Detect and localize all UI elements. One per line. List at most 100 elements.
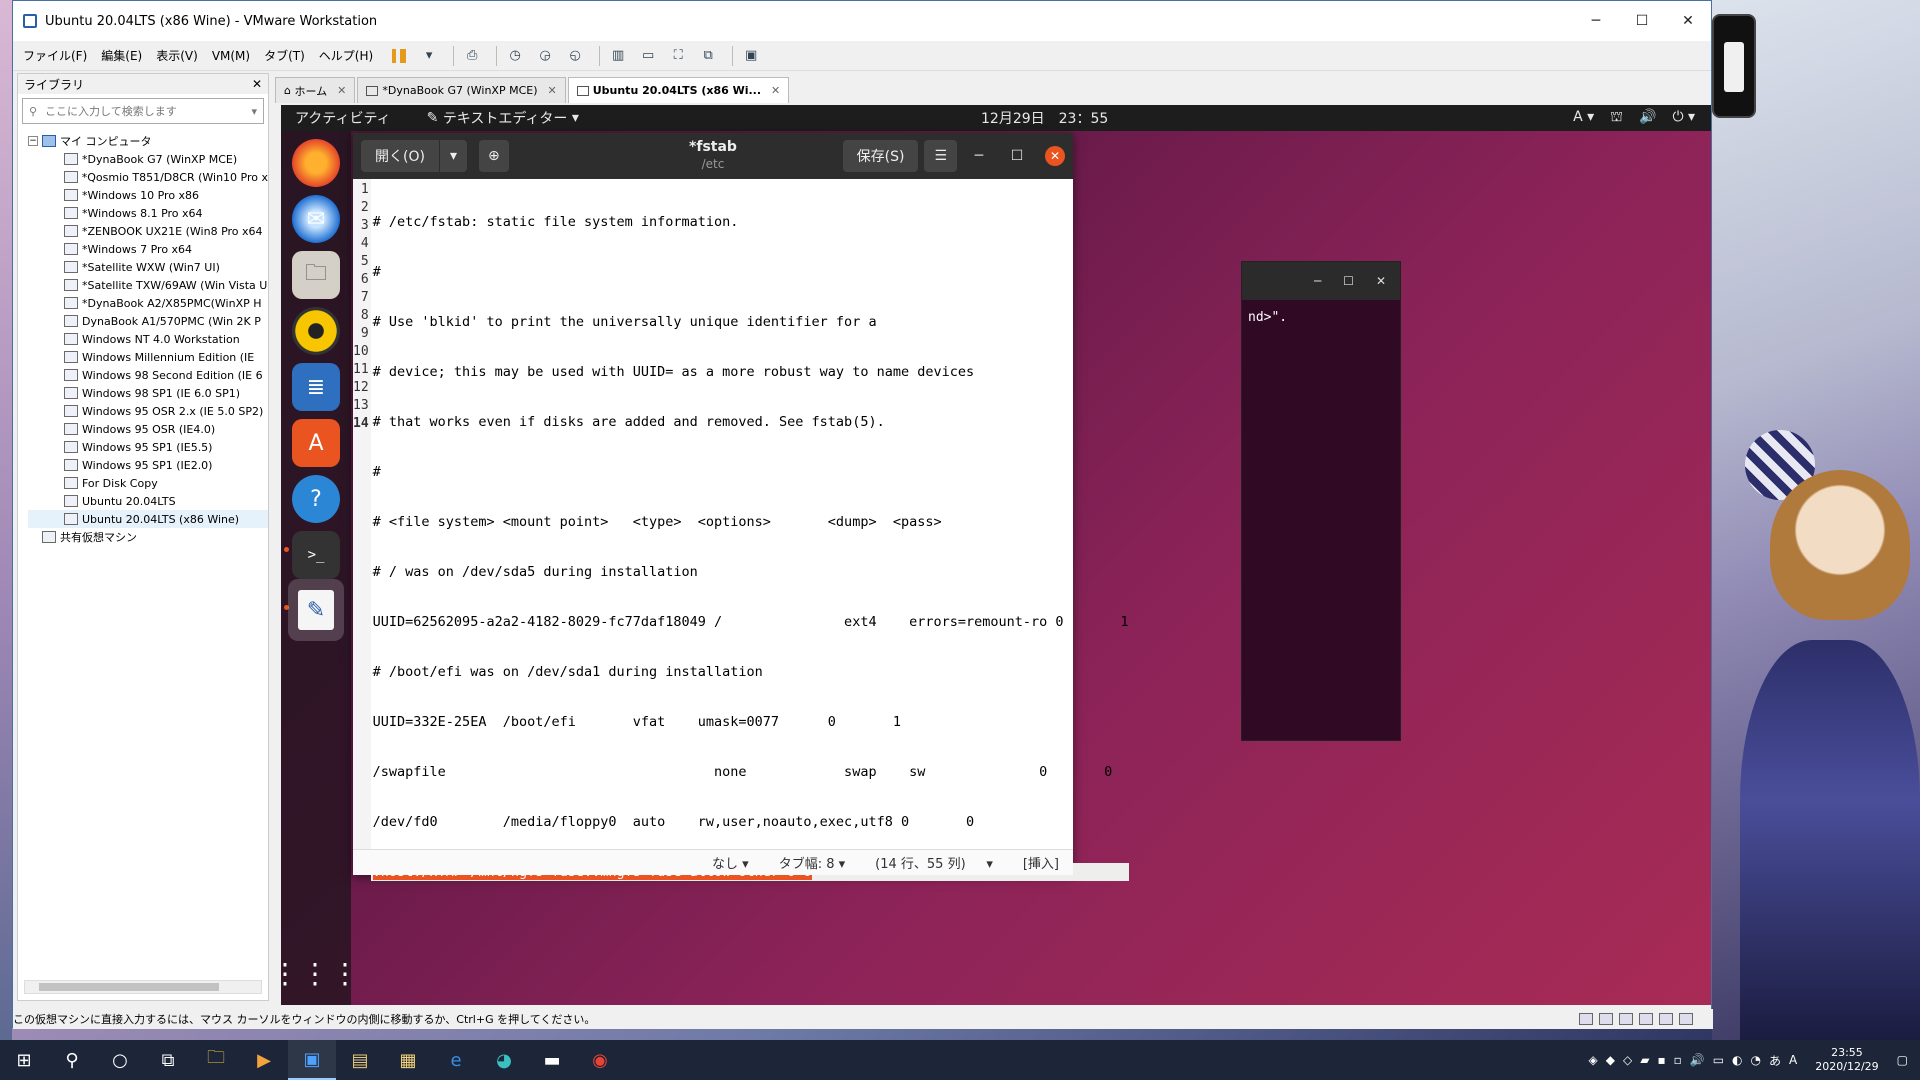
- terminal-icon[interactable]: >_: [292, 531, 340, 579]
- pause-button[interactable]: [387, 45, 411, 67]
- tray-app-icon[interactable]: ▫: [1674, 1053, 1682, 1067]
- menu-tab[interactable]: タブ(T): [264, 47, 305, 64]
- show-library-icon[interactable]: ▥: [606, 45, 630, 67]
- tree-vm-item[interactable]: Windows 95 OSR (IE4.0): [28, 420, 268, 438]
- snapshot-manager-icon[interactable]: ◵: [563, 45, 587, 67]
- tab-dynabook[interactable]: *DynaBook G7 (WinXP MCE) ✕: [357, 77, 566, 103]
- task-view-icon[interactable]: ⧉: [144, 1040, 192, 1080]
- minimize-button[interactable]: ─: [1573, 1, 1619, 41]
- tree-vm-item-selected[interactable]: Ubuntu 20.04LTS (x86 Wine): [28, 510, 268, 528]
- network-adapter-icon[interactable]: [1599, 1013, 1613, 1025]
- language-selector[interactable]: なし ▾: [712, 853, 749, 872]
- sound-icon[interactable]: [1639, 1013, 1653, 1025]
- tree-vm-item[interactable]: Windows 95 SP1 (IE5.5): [28, 438, 268, 456]
- tree-vm-item[interactable]: Windows 95 SP1 (IE2.0): [28, 456, 268, 474]
- tree-vm-item[interactable]: *Windows 8.1 Pro x64: [28, 204, 268, 222]
- tree-vm-item[interactable]: Windows 98 SP1 (IE 6.0 SP1): [28, 384, 268, 402]
- tree-vm-item[interactable]: *Satellite TXW/69AW (Win Vista U: [28, 276, 268, 294]
- tree-vm-item[interactable]: *Satellite WXW (Win7 UI): [28, 258, 268, 276]
- tab-close-icon[interactable]: ✕: [771, 84, 780, 97]
- battery-icon[interactable]: ▭: [1713, 1053, 1724, 1067]
- system-tray[interactable]: A ▾ ⛫ 🔊 ⏻ ▾: [1573, 109, 1695, 127]
- menu-edit[interactable]: 編集(E): [101, 47, 142, 64]
- tab-close-icon[interactable]: ✕: [548, 84, 557, 97]
- edge-icon[interactable]: ◕: [480, 1040, 528, 1080]
- tree-vm-item[interactable]: For Disk Copy: [28, 474, 268, 492]
- terminal-taskbar-icon[interactable]: ▬: [528, 1040, 576, 1080]
- libreoffice-writer-icon[interactable]: ≣: [292, 363, 340, 411]
- minimize-icon[interactable]: ─: [963, 140, 995, 172]
- ime-indicator[interactable]: あ: [1769, 1052, 1781, 1069]
- tree-vm-item[interactable]: *DynaBook A2/X85PMC(WinXP H: [28, 294, 268, 312]
- library-close-icon[interactable]: ✕: [252, 77, 262, 91]
- start-icon[interactable]: ⊞: [0, 1040, 48, 1080]
- tab-width-selector[interactable]: タブ幅: 8 ▾: [779, 853, 845, 872]
- save-button[interactable]: 保存(S): [842, 140, 919, 172]
- show-applications-icon[interactable]: ⋮⋮⋮: [281, 949, 359, 997]
- tree-shared-vms[interactable]: 共有仮想マシン: [28, 528, 268, 546]
- help-icon[interactable]: ?: [292, 475, 340, 523]
- editor-area[interactable]: 1234567 8 9 10 11 12 13 14 # /etc/fstab: stati…: [353, 179, 1129, 881]
- send-ctrl-alt-del-icon[interactable]: ⎙: [460, 45, 484, 67]
- firefox-icon[interactable]: [292, 139, 340, 187]
- vmware-taskbar-icon[interactable]: ▣: [288, 1040, 336, 1080]
- close-icon[interactable]: ✕: [1045, 146, 1065, 166]
- tree-vm-item[interactable]: Ubuntu 20.04LTS: [28, 492, 268, 510]
- menu-view[interactable]: 表示(V): [156, 47, 198, 64]
- search-dropdown-icon[interactable]: ▾: [251, 105, 257, 118]
- ie-icon[interactable]: e: [432, 1040, 480, 1080]
- app-menu[interactable]: ✎ テキストエディター ▾: [427, 108, 579, 128]
- volume-icon[interactable]: 🔊: [1690, 1053, 1705, 1067]
- display-icon[interactable]: [1659, 1013, 1673, 1025]
- thunderbird-icon[interactable]: ✉: [292, 195, 340, 243]
- taskbar-clock[interactable]: 23:55 2020/12/29: [1815, 1046, 1878, 1074]
- activities-button[interactable]: アクティビティ: [295, 108, 391, 128]
- tray-app-icon[interactable]: ◈: [1589, 1053, 1598, 1067]
- ime-mode-icon[interactable]: A: [1789, 1053, 1797, 1067]
- menu-vm[interactable]: VM(M): [212, 49, 250, 63]
- console-view-icon[interactable]: ▣: [739, 45, 763, 67]
- tray-app-icon[interactable]: ◆: [1606, 1053, 1615, 1067]
- tree-my-computer[interactable]: − マイ コンピュータ: [28, 132, 268, 150]
- library-search-input[interactable]: ⚲ ここに入力して検索します ▾: [22, 98, 264, 124]
- fullscreen-icon[interactable]: ⛶: [666, 45, 690, 67]
- tree-vm-item[interactable]: *Windows 10 Pro x86: [28, 186, 268, 204]
- nvidia-icon[interactable]: ▰: [1640, 1053, 1649, 1067]
- insert-mode[interactable]: [挿入]: [1023, 853, 1059, 872]
- terminal-window[interactable]: ─ ☐ ✕ nd>".: [1241, 261, 1401, 741]
- tree-vm-item[interactable]: Windows NT 4.0 Workstation: [28, 330, 268, 348]
- tree-vm-item[interactable]: *Qosmio T851/D8CR (Win10 Pro x: [28, 168, 268, 186]
- tray-app-icon[interactable]: ▪: [1657, 1053, 1665, 1067]
- tree-vm-item[interactable]: *ZENBOOK UX21E (Win8 Pro x64: [28, 222, 268, 240]
- tray-app-icon[interactable]: ◇: [1623, 1053, 1632, 1067]
- rhythmbox-icon[interactable]: [292, 307, 340, 355]
- hdd-icon[interactable]: [1579, 1013, 1593, 1025]
- chrome-icon[interactable]: ◉: [576, 1040, 624, 1080]
- cursor-position[interactable]: (14 行、55 列) ▾: [875, 853, 993, 872]
- menu-file[interactable]: ファイル(F): [23, 47, 87, 64]
- unity-icon[interactable]: ⧉: [696, 45, 720, 67]
- media-player-icon[interactable]: ▶: [240, 1040, 288, 1080]
- tray-app-icon[interactable]: ◐: [1732, 1053, 1742, 1067]
- tree-vm-item[interactable]: *Windows 7 Pro x64: [28, 240, 268, 258]
- close-button[interactable]: ✕: [1665, 1, 1711, 41]
- tree-vm-item[interactable]: Windows Millennium Edition (IE: [28, 348, 268, 366]
- tree-vm-item[interactable]: DynaBook A1/570PMC (Win 2K P: [28, 312, 268, 330]
- message-icon[interactable]: [1679, 1013, 1693, 1025]
- tree-vm-item[interactable]: Windows 98 Second Edition (IE 6: [28, 366, 268, 384]
- tab-ubuntu[interactable]: Ubuntu 20.04LTS (x86 Wi... ✕: [567, 77, 790, 103]
- vm-console[interactable]: アクティビティ ✎ テキストエディター ▾ 12月29日 23：55 A ▾ ⛫…: [281, 105, 1711, 1005]
- text-editor-dock-icon[interactable]: ✎: [288, 579, 344, 641]
- tree-vm-item[interactable]: Windows 95 OSR 2.x (IE 5.0 SP2): [28, 402, 268, 420]
- revert-snapshot-icon[interactable]: ◶: [533, 45, 557, 67]
- menu-help[interactable]: ヘルプ(H): [319, 47, 373, 64]
- tree-vm-item[interactable]: *DynaBook G7 (WinXP MCE): [28, 150, 268, 168]
- maximize-icon[interactable]: ☐: [1001, 140, 1033, 172]
- folder-icon[interactable]: ▤: [336, 1040, 384, 1080]
- usb-icon[interactable]: [1619, 1013, 1633, 1025]
- power-dropdown-icon[interactable]: ▾: [417, 45, 441, 67]
- file-explorer-icon[interactable]: 🗀: [192, 1040, 240, 1080]
- tab-home[interactable]: ⌂ ホーム ✕: [275, 77, 356, 103]
- search-icon[interactable]: ⚲: [48, 1040, 96, 1080]
- software-center-icon[interactable]: A: [292, 419, 340, 467]
